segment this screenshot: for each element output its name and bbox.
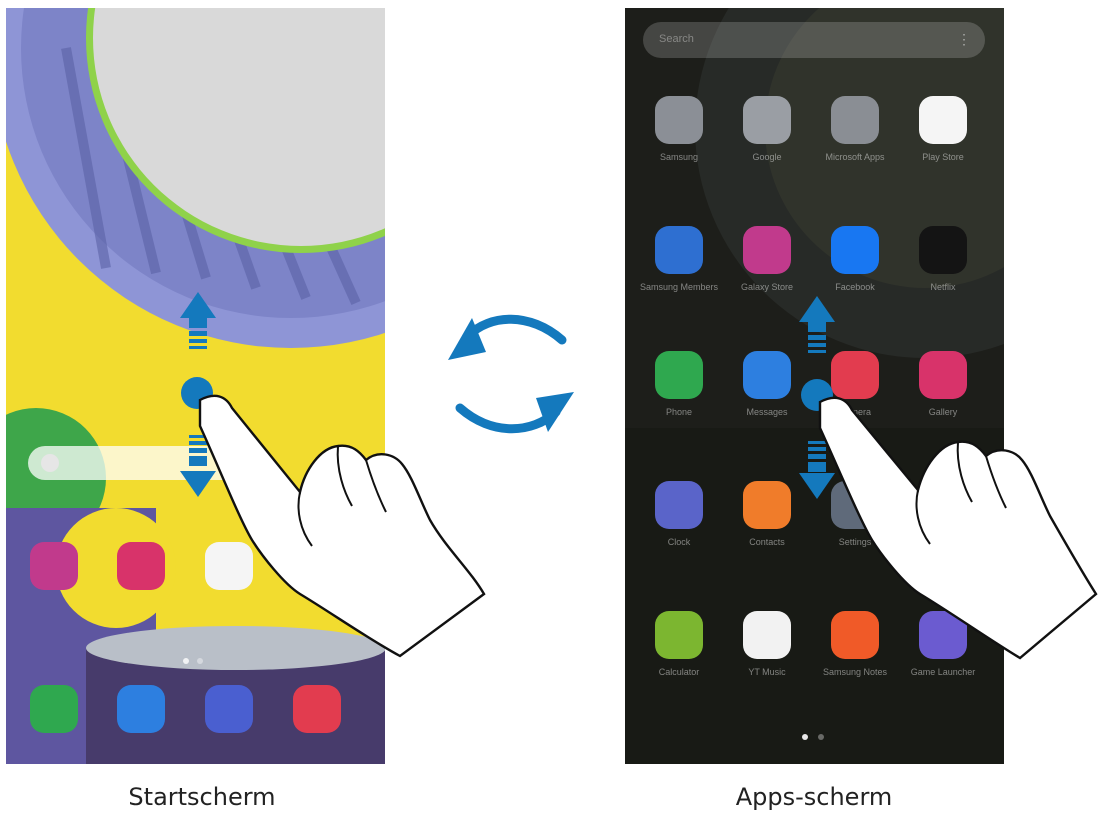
caption-home-screen: Startscherm bbox=[128, 783, 276, 811]
caption-apps-screen: Apps-scherm bbox=[735, 783, 893, 811]
gesture-overlay bbox=[180, 292, 1098, 660]
hand-icon-apps bbox=[818, 396, 1098, 660]
swipe-up-arrow-icon bbox=[180, 292, 216, 349]
swipe-up-arrow-icon bbox=[799, 296, 835, 353]
hand-icon-home bbox=[198, 394, 486, 658]
